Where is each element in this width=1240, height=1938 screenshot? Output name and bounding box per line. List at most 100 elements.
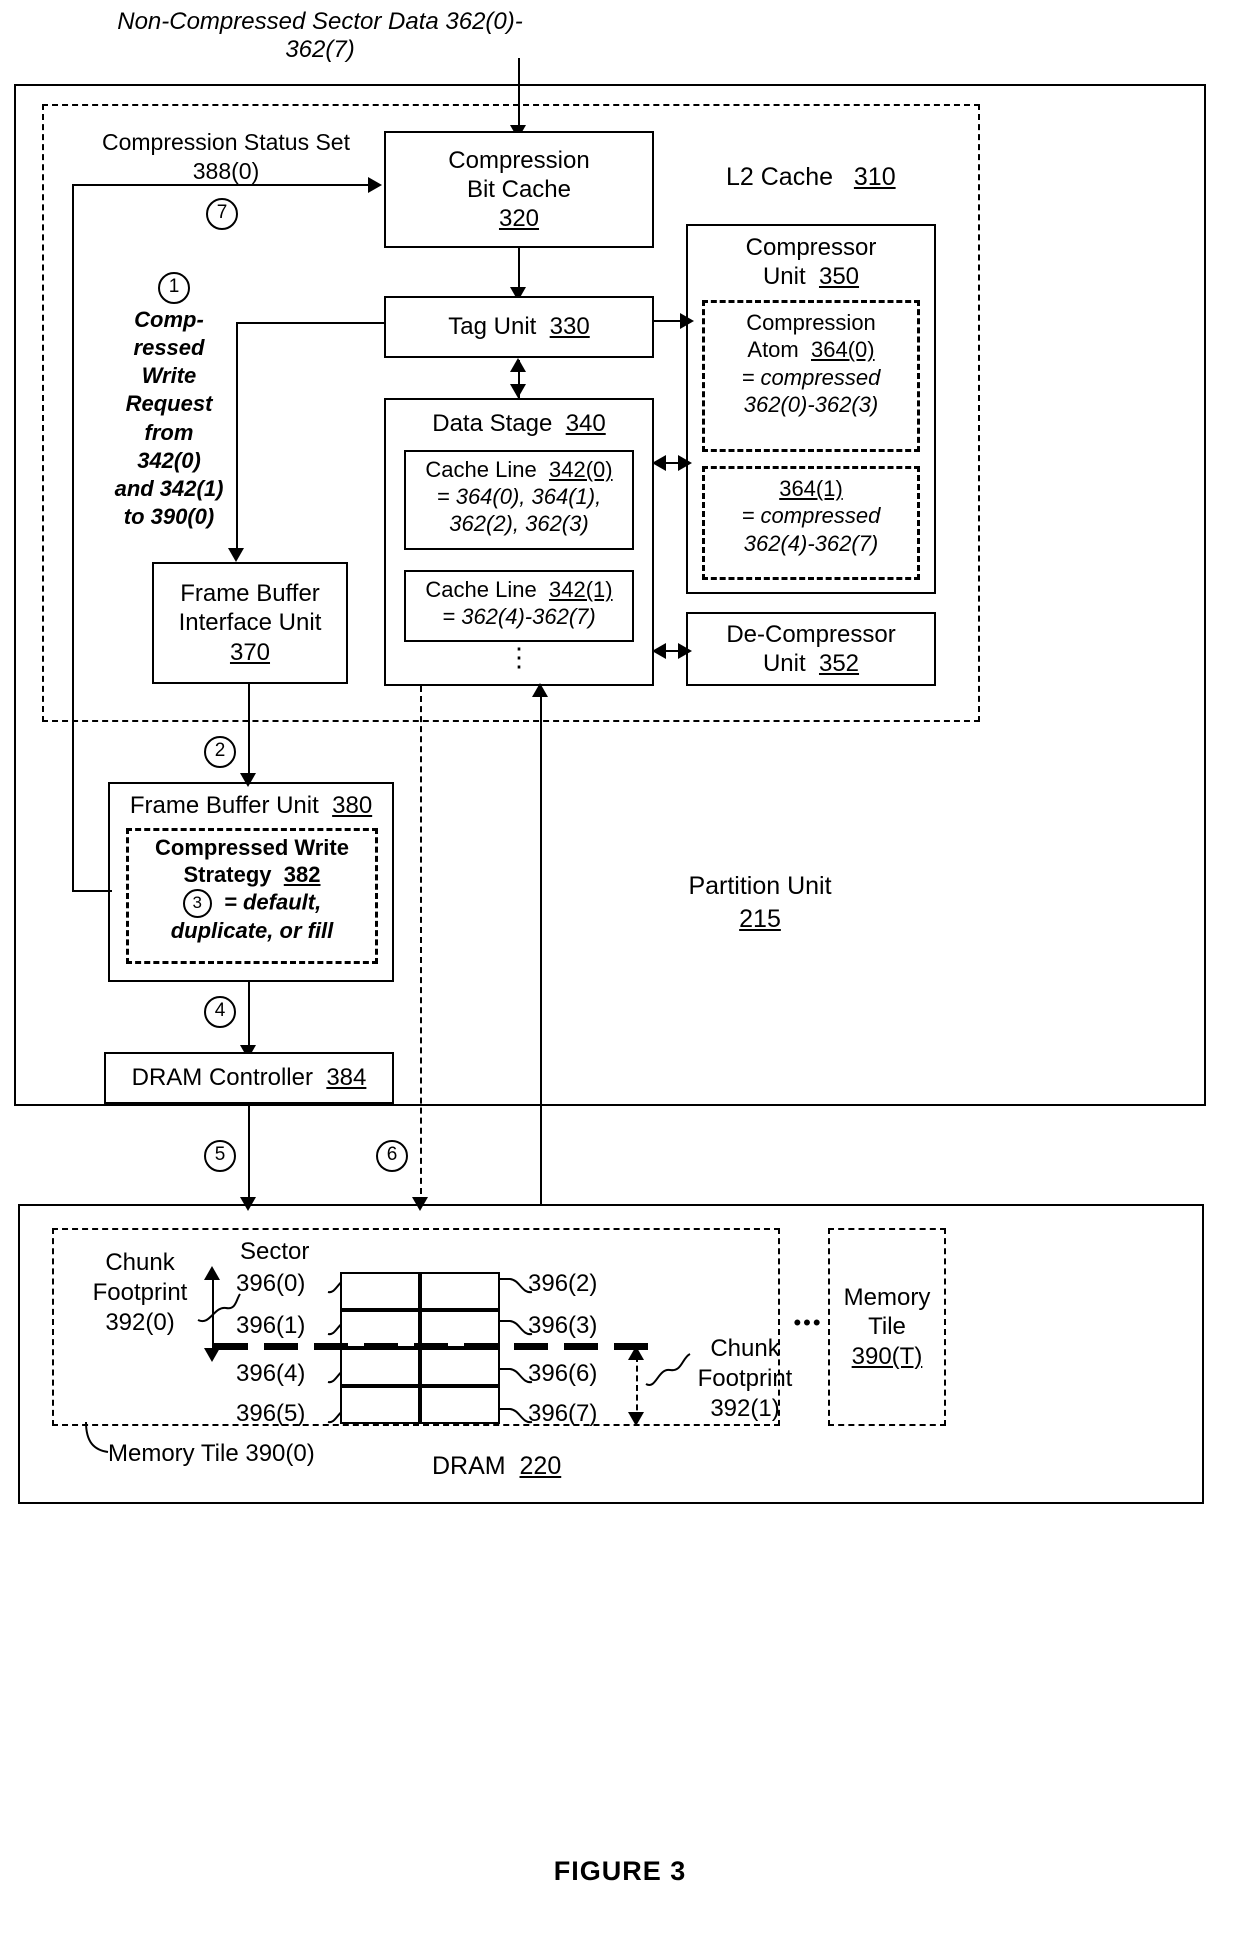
decompressor-unit-line1: De-Compressor — [726, 621, 896, 648]
compression-bit-cache-block[interactable]: Compression Bit Cache 320 — [384, 131, 654, 248]
step-1-text: Comp- ressed Write Request from 342(0) a… — [104, 306, 234, 531]
step1-line-6: and 342(1) — [114, 475, 224, 501]
top-input-label-line2: 362(7) — [285, 36, 355, 64]
partition-unit-label: Partition Unit 215 — [640, 870, 880, 935]
tag-datastage-arrow-up — [510, 358, 526, 372]
dram-ref: 220 — [519, 1452, 562, 1480]
fbu-label: Frame Buffer Unit — [129, 792, 319, 819]
sector-label-396-2: 396(2) — [528, 1270, 598, 1297]
l2-cache-label-text: L2 Cache — [726, 163, 834, 191]
cache-line-1-line2: = 362(4)-362(7) — [442, 603, 596, 629]
compression-atom-0-ref: 364(0) — [811, 337, 875, 363]
cws-line4: duplicate, or fill — [170, 917, 334, 943]
compressor-unit-ref: 350 — [818, 262, 860, 290]
sector-leader-396-6 — [500, 1368, 533, 1384]
memory-tile-t-line1: Memory — [843, 1284, 931, 1312]
step1-arrowhead — [228, 548, 244, 562]
fbiu-ref: 370 — [229, 638, 271, 666]
data-stage-label: Data Stage — [432, 410, 553, 437]
dram-label: DRAM 220 — [432, 1452, 561, 1482]
step1-line-1: ressed — [133, 335, 205, 361]
fbiu-line2: Interface Unit — [178, 609, 322, 637]
sector-cell-396-5[interactable] — [340, 1386, 420, 1424]
cf1-measure-arrow-up — [628, 1346, 644, 1360]
compressor-unit-line2: Unit — [762, 262, 806, 290]
data-stage-ref: 340 — [565, 410, 606, 437]
data-stage-ellipsis: ⋮ — [506, 642, 532, 672]
tag-unit-label: Tag Unit — [448, 312, 537, 340]
compression-atom-0-block[interactable]: Compression Atom 364(0) = compressed 362… — [702, 300, 920, 452]
step-4-marker: 4 — [204, 996, 236, 1028]
memory-tile-t-ref: 390(T) — [851, 1342, 923, 1370]
cache-line-1-label: Cache Line — [425, 577, 537, 602]
cf1-line1: Chunk — [710, 1335, 780, 1362]
step2-line — [248, 684, 250, 780]
cache-line-0-ref: 342(0) — [548, 457, 613, 482]
cf1-line3: 392(1) — [710, 1395, 780, 1422]
partition-unit-label-ref: 215 — [739, 904, 781, 933]
sector-label-396-7: 396(7) — [528, 1400, 598, 1427]
step-7-marker: 7 — [206, 198, 238, 230]
cache-line-0-block[interactable]: Cache Line 342(0) = 364(0), 364(1), 362(… — [404, 450, 634, 550]
step-1-marker: 1 — [158, 272, 190, 304]
cache-line-1-block[interactable]: Cache Line 342(1) = 362(4)-362(7) — [404, 570, 634, 642]
memory-tile-t-block[interactable]: Memory Tile 390(T) — [828, 1228, 946, 1426]
memory-tile-0-caption: Memory Tile 390(0) — [108, 1440, 315, 1467]
partition-unit-label-line1: Partition Unit — [688, 872, 832, 900]
sector-leader-396-2 — [500, 1278, 533, 1294]
dram-controller-block[interactable]: DRAM Controller 384 — [104, 1052, 394, 1104]
cf1-measure-line — [636, 1356, 638, 1420]
compression-status-set-label: Compression Status Set 388(0) — [78, 128, 374, 186]
step1-line-5: 342(0) — [137, 447, 201, 473]
compression-atom-0-line4: 362(0)-362(3) — [743, 391, 879, 417]
chunk-footprint-0-label: Chunk Footprint 392(0) — [70, 1248, 210, 1338]
step5-line — [248, 1104, 250, 1204]
sector-cell-396-6[interactable] — [420, 1348, 500, 1386]
cws-ref: 382 — [283, 861, 321, 887]
tag-unit-block[interactable]: Tag Unit 330 — [384, 296, 654, 358]
fbiu-line1: Frame Buffer — [180, 580, 320, 608]
sector-leader-396-7 — [500, 1408, 533, 1424]
compression-bit-cache-ref: 320 — [498, 205, 540, 233]
cf1-line2: Footprint — [697, 1365, 793, 1392]
step7-arrowhead — [368, 177, 382, 193]
step6-line — [420, 686, 422, 1204]
cf0-line3: 392(0) — [105, 1309, 175, 1336]
decompressor-unit-block[interactable]: De-Compressor Unit 352 — [686, 612, 936, 686]
step1-hline — [236, 322, 384, 324]
sector-label-396-4: 396(4) — [236, 1360, 306, 1387]
top-input-label-line1: Non-Compressed Sector Data 362(0)- — [117, 8, 523, 35]
step4-line — [248, 982, 250, 1052]
step1-line-7: to 390(0) — [123, 504, 215, 530]
compression-atom-0-line1: Compression — [746, 310, 876, 335]
compression-atom-1-block[interactable]: 364(1) = compressed 362(4)-362(7) — [702, 466, 920, 580]
l2-cache-label: L2 Cache 310 — [726, 163, 896, 193]
compression-atom-0-line2: Atom — [747, 337, 799, 363]
compression-status-set-line1: Compression Status Set — [101, 129, 350, 155]
cf0-measure-arrow-up — [204, 1266, 220, 1280]
compression-atom-0-line3: = compressed — [741, 364, 881, 390]
datastage-compressor-arrow-left — [652, 455, 666, 471]
sector-cell-396-7[interactable] — [420, 1386, 500, 1424]
dram-to-datastage-arrowhead — [532, 683, 548, 697]
sector-cell-396-2[interactable] — [420, 1272, 500, 1310]
dram-label-text: DRAM — [432, 1452, 506, 1480]
l2-cache-ref: 310 — [853, 163, 896, 191]
decompressor-unit-ref: 352 — [818, 649, 860, 677]
top-input-label: Non-Compressed Sector Data 362(0)- 362(7… — [40, 8, 600, 65]
step7-hline — [72, 184, 372, 186]
bitcache-to-tag-line — [518, 248, 520, 292]
sector-label-396-6: 396(6) — [528, 1360, 598, 1387]
cf1-measure-arrow-down — [628, 1412, 644, 1426]
tag-unit-ref: 330 — [549, 312, 590, 340]
compressed-write-strategy-block[interactable]: Compressed Write Strategy 382 3 = defaul… — [126, 828, 378, 964]
frame-buffer-interface-unit-block[interactable]: Frame Buffer Interface Unit 370 — [152, 562, 348, 684]
dram-controller-ref: 384 — [326, 1063, 367, 1091]
step1-line-0: Comp- — [134, 307, 204, 332]
cws-line2: Strategy — [183, 861, 272, 887]
sector-label-396-3: 396(3) — [528, 1312, 598, 1339]
sector-cell-396-4[interactable] — [340, 1348, 420, 1386]
step7-vline-foot — [72, 890, 112, 892]
cache-line-1-ref: 342(1) — [548, 577, 613, 602]
sector-cell-396-0[interactable] — [340, 1272, 420, 1310]
